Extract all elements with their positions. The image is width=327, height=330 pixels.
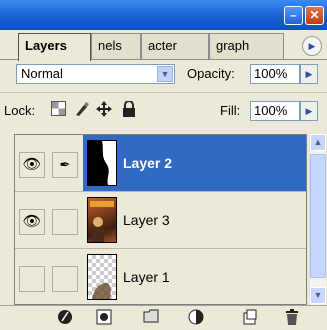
layer-row[interactable]: 👁 ✒ Layer 2 bbox=[15, 135, 306, 192]
layer-thumbnail bbox=[87, 140, 117, 186]
blend-mode-value: Normal bbox=[21, 66, 63, 81]
link-cell[interactable] bbox=[52, 209, 78, 235]
lock-row: Lock: Fill: 100% ▶ bbox=[0, 97, 327, 125]
lock-image-icon[interactable] bbox=[73, 101, 90, 118]
layer-name: Layer 3 bbox=[123, 212, 170, 228]
layer-name: Layer 1 bbox=[123, 269, 170, 285]
layer-body[interactable]: Layer 1 bbox=[83, 249, 306, 304]
blend-row: Normal ▼ Opacity: 100% ▶ bbox=[0, 60, 327, 88]
divider bbox=[0, 92, 327, 93]
tab-bar: Layers nels acter graph ▶ bbox=[0, 30, 327, 61]
layer-row[interactable]: Layer 1 bbox=[15, 249, 306, 304]
trash-icon[interactable] bbox=[283, 309, 301, 327]
layer-body[interactable]: Layer 2 bbox=[83, 135, 306, 191]
chevron-down-icon[interactable]: ▼ bbox=[157, 66, 173, 82]
adjustment-layer-icon[interactable] bbox=[187, 309, 205, 327]
eye-icon[interactable]: 👁 bbox=[19, 152, 45, 178]
scrollbar-thumb[interactable] bbox=[310, 154, 326, 278]
tab-more-icon[interactable]: ▶ bbox=[302, 36, 322, 56]
brush-icon[interactable]: ✒ bbox=[52, 152, 78, 178]
opacity-label: Opacity: bbox=[187, 66, 235, 81]
layers-list: 👁 ✒ Layer 2 👁 Layer 3 Layer 1 bbox=[14, 134, 307, 305]
layer-thumbnail bbox=[87, 254, 117, 300]
panel-titlebar[interactable]: – ✕ bbox=[0, 0, 327, 30]
blend-mode-select[interactable]: Normal ▼ bbox=[16, 64, 175, 84]
add-mask-icon[interactable] bbox=[95, 309, 113, 327]
layers-toolbar bbox=[0, 305, 327, 329]
visibility-toggle[interactable] bbox=[19, 266, 45, 292]
close-button[interactable]: ✕ bbox=[305, 6, 324, 25]
fill-field[interactable]: 100% bbox=[250, 101, 300, 121]
fill-slider-button[interactable]: ▶ bbox=[300, 101, 318, 121]
layers-scrollbar[interactable]: ▲ ▼ bbox=[309, 134, 326, 305]
layer-thumbnail bbox=[87, 197, 117, 243]
layer-body[interactable]: Layer 3 bbox=[83, 192, 306, 248]
opacity-slider-button[interactable]: ▶ bbox=[300, 64, 318, 84]
scroll-up-icon[interactable]: ▲ bbox=[310, 134, 326, 151]
lock-all-icon[interactable] bbox=[120, 100, 137, 118]
opacity-field[interactable]: 100% bbox=[250, 64, 300, 84]
lock-transparency-icon[interactable] bbox=[50, 101, 67, 118]
tab-channels[interactable]: nels bbox=[91, 33, 141, 59]
eye-icon[interactable]: 👁 bbox=[19, 209, 45, 235]
scroll-down-icon[interactable]: ▼ bbox=[310, 287, 326, 304]
tab-paragraph[interactable]: graph bbox=[209, 33, 284, 59]
fill-label: Fill: bbox=[220, 103, 241, 118]
tab-character[interactable]: acter bbox=[141, 33, 209, 59]
minimize-button[interactable]: – bbox=[284, 6, 303, 25]
new-layer-icon[interactable] bbox=[241, 309, 259, 327]
layer-row[interactable]: 👁 Layer 3 bbox=[15, 192, 306, 249]
link-cell[interactable] bbox=[52, 266, 78, 292]
lock-position-icon[interactable] bbox=[95, 101, 112, 118]
lock-label: Lock: bbox=[4, 103, 36, 118]
tab-layers[interactable]: Layers bbox=[18, 33, 91, 61]
layer-style-icon[interactable] bbox=[56, 309, 74, 327]
layer-name: Layer 2 bbox=[123, 155, 173, 171]
new-group-icon[interactable] bbox=[142, 309, 160, 327]
